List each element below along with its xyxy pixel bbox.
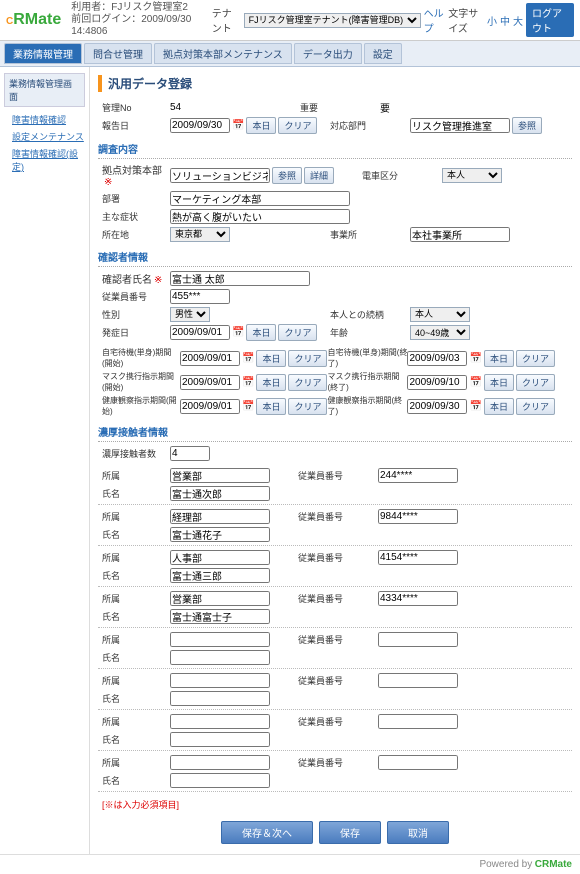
- cal-icon[interactable]: 📅: [242, 353, 254, 364]
- tab-toiawase[interactable]: 問合せ管理: [84, 43, 152, 64]
- shuyo-input[interactable]: [170, 209, 350, 224]
- juyodo-lbl: 重要: [300, 101, 380, 114]
- tab-gyomu[interactable]: 業務情報管理: [4, 43, 82, 64]
- shozoku-input[interactable]: [170, 755, 270, 770]
- tenant-label: テナント: [212, 5, 241, 35]
- shimei-input[interactable]: [170, 732, 270, 747]
- rel-sel[interactable]: 本人: [410, 307, 470, 322]
- cal-icon[interactable]: 📅: [469, 353, 481, 364]
- taio-lbl: 対応部門: [330, 119, 410, 132]
- fontsize-label: 文字サイズ: [448, 5, 484, 35]
- busho-input[interactable]: [170, 191, 350, 206]
- ref-btn[interactable]: 参照: [512, 117, 542, 134]
- sec5-h: 濃厚接触者情報: [98, 422, 572, 442]
- shimei-input[interactable]: [170, 609, 270, 624]
- tab-data[interactable]: データ出力: [294, 43, 362, 64]
- page-title: 汎用データ登録: [98, 75, 572, 92]
- shozoku-input[interactable]: [170, 468, 270, 483]
- name-input[interactable]: [170, 271, 310, 286]
- shozoku-input[interactable]: [170, 714, 270, 729]
- shozoku-input[interactable]: [170, 591, 270, 606]
- area-sel[interactable]: 東京都: [170, 227, 230, 242]
- cal-icon[interactable]: 📅: [242, 401, 254, 412]
- logo: CRMate: [6, 11, 61, 29]
- jno-input[interactable]: [378, 509, 458, 524]
- cal-icon[interactable]: 📅: [232, 327, 244, 338]
- size-l[interactable]: 大: [513, 13, 523, 28]
- login-label: 前回ログイン：2009/09/30 14:4806: [71, 14, 212, 38]
- date-input[interactable]: [180, 351, 240, 366]
- tab-kyoten[interactable]: 拠点対策本部メンテナンス: [154, 43, 292, 64]
- cnt-input[interactable]: [170, 446, 210, 461]
- ref-btn2[interactable]: 参照: [272, 167, 302, 184]
- side-link-2[interactable]: 設定メンテナンス: [4, 128, 85, 145]
- sidebar: 業務情報管理画面 障害情報確認 設定メンテナンス 障害情報確認(設定): [0, 67, 90, 854]
- mgmtno-val: 54: [170, 102, 181, 113]
- logout-button[interactable]: ログアウト: [526, 3, 574, 37]
- date-input[interactable]: [180, 375, 240, 390]
- cal-icon[interactable]: 📅: [469, 401, 481, 412]
- jigyosho-input[interactable]: [410, 227, 510, 242]
- shozoku-input[interactable]: [170, 673, 270, 688]
- header-info: 利用者：FJリスク管理室2 前回ログイン：2009/09/30 14:4806: [71, 2, 212, 38]
- shimei-input[interactable]: [170, 773, 270, 788]
- jno-input[interactable]: [170, 289, 230, 304]
- tabs: 業務情報管理 問合せ管理 拠点対策本部メンテナンス データ出力 設定: [0, 41, 580, 67]
- sex-sel[interactable]: 男性: [170, 307, 210, 322]
- jno-input[interactable]: [378, 550, 458, 565]
- jno-input[interactable]: [378, 632, 458, 647]
- side-link-3[interactable]: 障害情報確認(設定): [4, 145, 85, 175]
- date-input[interactable]: [407, 351, 467, 366]
- date-input[interactable]: [407, 375, 467, 390]
- detail-btn[interactable]: 詳細: [304, 167, 334, 184]
- required-note: [※は入力必須項目]: [98, 794, 572, 815]
- tab-settei[interactable]: 設定: [364, 43, 402, 64]
- shozoku-input[interactable]: [170, 509, 270, 524]
- jno-input[interactable]: [378, 673, 458, 688]
- sec2-h: 調査内容: [98, 139, 572, 159]
- hokoku-input[interactable]: [170, 118, 230, 133]
- help-link[interactable]: ヘルプ: [424, 5, 446, 35]
- jno-input[interactable]: [378, 714, 458, 729]
- header: CRMate 利用者：FJリスク管理室2 前回ログイン：2009/09/30 1…: [0, 0, 580, 41]
- cancel-button[interactable]: 取消: [387, 821, 449, 844]
- juyodo-val: 要: [380, 100, 390, 115]
- size-m[interactable]: 中: [500, 13, 510, 28]
- jno-input[interactable]: [378, 591, 458, 606]
- denku-sel[interactable]: 本人: [442, 168, 502, 183]
- size-s[interactable]: 小: [487, 13, 497, 28]
- user-label: 利用者：FJリスク管理室2: [71, 2, 212, 14]
- taio-input[interactable]: [410, 118, 510, 133]
- footer: Powered by CRMate: [0, 854, 580, 874]
- shimei-input[interactable]: [170, 650, 270, 665]
- denku-lbl: 電車区分: [362, 169, 442, 182]
- shimei-input[interactable]: [170, 568, 270, 583]
- shimei-input[interactable]: [170, 486, 270, 501]
- shimei-input[interactable]: [170, 691, 270, 706]
- tenant-select[interactable]: FJリスク管理室テナント(障害管理DB): [244, 13, 421, 28]
- kyoten-input[interactable]: [170, 168, 270, 183]
- save-button[interactable]: 保存: [319, 821, 381, 844]
- today-btn[interactable]: 本日: [246, 117, 276, 134]
- cal-icon[interactable]: 📅: [469, 377, 481, 388]
- side-header: 業務情報管理画面: [4, 73, 85, 107]
- date-input[interactable]: [407, 399, 467, 414]
- date-input[interactable]: [180, 399, 240, 414]
- jno-input[interactable]: [378, 755, 458, 770]
- side-link-1[interactable]: 障害情報確認: [4, 111, 85, 128]
- hokoku-lbl: 報告日: [98, 119, 170, 132]
- clear-btn[interactable]: クリア: [278, 117, 317, 134]
- cal-icon[interactable]: 📅: [242, 377, 254, 388]
- mgmtno-lbl: 管理No: [98, 101, 170, 114]
- jno-input[interactable]: [378, 468, 458, 483]
- sec3-h: 確認者情報: [98, 247, 572, 267]
- shozoku-input[interactable]: [170, 632, 270, 647]
- shozoku-input[interactable]: [170, 550, 270, 565]
- shimei-input[interactable]: [170, 527, 270, 542]
- age-sel[interactable]: 40~49歳: [410, 325, 470, 340]
- cal-icon[interactable]: 📅: [232, 120, 244, 131]
- save-next-button[interactable]: 保存＆次へ: [221, 821, 313, 844]
- hassei-input[interactable]: [170, 325, 230, 340]
